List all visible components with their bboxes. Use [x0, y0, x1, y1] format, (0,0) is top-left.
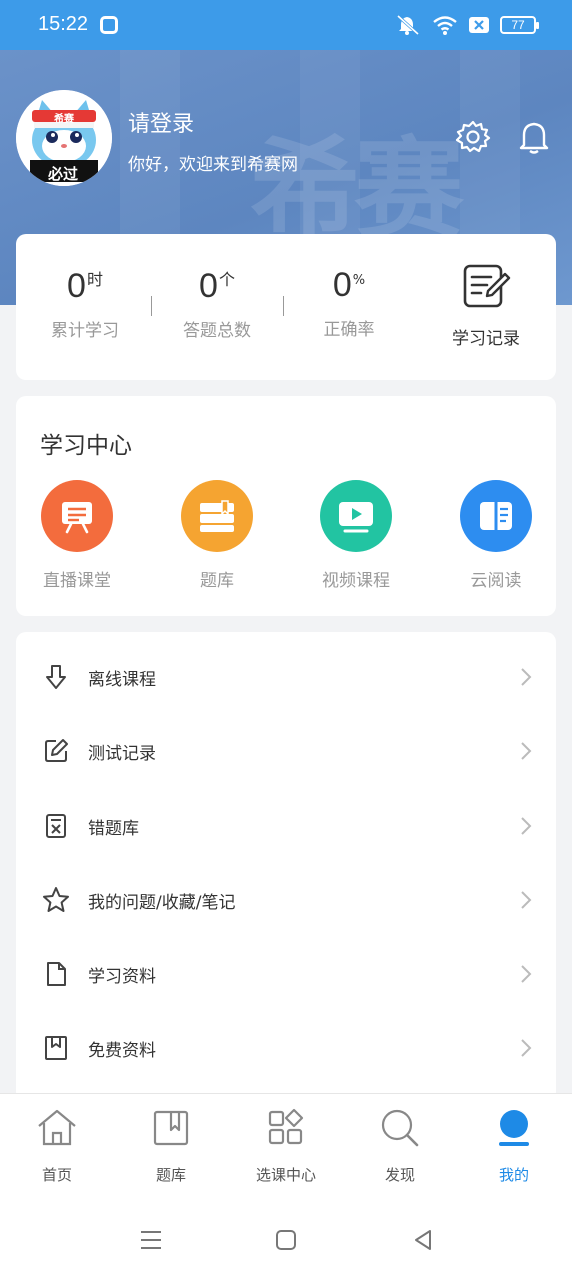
- avatar[interactable]: 希赛 必过: [16, 90, 112, 186]
- bookmark-box-icon: [45, 1036, 67, 1060]
- chevron-right-icon: [521, 668, 532, 686]
- study-record-button[interactable]: 学习记录: [436, 262, 536, 349]
- edit-note-icon: [45, 739, 68, 762]
- section-title: 学习中心: [40, 433, 132, 459]
- menu-item-test-records[interactable]: 测试记录: [16, 715, 556, 789]
- stat-unit: 时: [86, 270, 103, 289]
- document-icon: [47, 962, 66, 986]
- tab-home[interactable]: 首页: [7, 1106, 107, 1185]
- feature-icon-circle: [320, 480, 392, 552]
- stat-value: 0: [67, 267, 86, 305]
- menu-item-free-materials[interactable]: 免费资料: [16, 1012, 556, 1086]
- profile-icon: [499, 1110, 529, 1146]
- chevron-right-icon: [521, 817, 532, 835]
- feature-label: 题库: [200, 571, 234, 591]
- open-book-icon: [480, 502, 512, 530]
- question-bank-icon: [153, 1110, 189, 1146]
- tab-label: 发现: [384, 1166, 415, 1184]
- wifi-icon: [433, 16, 457, 35]
- home-square-icon[interactable]: [271, 1225, 301, 1255]
- system-nav-bar: [0, 1197, 572, 1280]
- back-triangle-icon[interactable]: [408, 1225, 438, 1255]
- menu-item-study-materials[interactable]: 学习资料: [16, 938, 556, 1012]
- stat-label: 累计学习: [51, 321, 119, 341]
- menu-item-offline-courses[interactable]: 离线课程: [16, 641, 556, 715]
- feature-label: 云阅读: [470, 571, 522, 591]
- status-time: 15:22: [38, 13, 89, 35]
- menu-item-label: 错题库: [88, 819, 139, 839]
- feature-label: 直播课堂: [43, 571, 111, 591]
- feature-icon-circle: [460, 480, 532, 552]
- sim-x-icon: [469, 17, 489, 33]
- feature-question-bank[interactable]: 题库: [167, 480, 267, 591]
- bottom-tab-bar: 首页 题库 选课中心 发现 我的: [0, 1093, 572, 1197]
- notification-button[interactable]: [514, 117, 554, 157]
- avatar-badge-bottom: 必过: [48, 165, 79, 183]
- stat-unit: 个: [218, 270, 235, 289]
- menu-item-wrong-questions[interactable]: 错题库: [16, 790, 556, 864]
- stat-answer-count: 0个 答题总数: [152, 266, 282, 341]
- feature-icon-circle: [41, 480, 113, 552]
- stat-label: 正确率: [323, 320, 375, 340]
- status-indicators: 77: [396, 14, 539, 36]
- battery-indicator: 77: [500, 16, 539, 34]
- learning-center-card: 学习中心 直播课堂 题库 视频课程 云阅读: [16, 396, 556, 616]
- home-icon: [38, 1109, 76, 1146]
- menu-item-label: 测试记录: [88, 744, 156, 764]
- tab-profile[interactable]: 我的: [464, 1106, 564, 1185]
- stat-unit: %: [352, 273, 366, 288]
- tab-label: 题库: [155, 1166, 186, 1184]
- feature-icon-circle: [181, 480, 253, 552]
- course-grid-icon: [268, 1108, 304, 1145]
- download-arrow-icon: [46, 665, 66, 689]
- menu-lines-icon[interactable]: [136, 1225, 166, 1255]
- book-stack-icon: [200, 500, 234, 532]
- tab-course-center[interactable]: 选课中心: [236, 1106, 336, 1185]
- chevron-right-icon: [521, 965, 532, 983]
- gear-icon: [455, 120, 491, 153]
- note-edit-icon: [463, 264, 511, 308]
- menu-item-label: 学习资料: [88, 967, 156, 987]
- bell-icon: [519, 122, 549, 154]
- tab-discover[interactable]: 发现: [350, 1106, 450, 1185]
- tab-question-bank[interactable]: 题库: [121, 1106, 221, 1185]
- wrong-questions-icon: [46, 814, 66, 838]
- video-play-icon: [339, 502, 373, 533]
- stat-study-time: 0时 累计学习: [20, 266, 150, 341]
- feature-label: 视频课程: [322, 571, 390, 591]
- feature-video-course[interactable]: 视频课程: [306, 480, 406, 591]
- stat-value: 0: [332, 266, 352, 304]
- menu-item-label: 免费资料: [88, 1041, 156, 1061]
- menu-item-label: 我的问题/收藏/笔记: [88, 893, 236, 913]
- menu-item-questions-favorites-notes[interactable]: 我的问题/收藏/笔记: [16, 864, 556, 938]
- avatar-badge-top: 希赛: [54, 114, 74, 125]
- menu-item-label: 离线课程: [88, 670, 156, 690]
- discover-search-icon: [381, 1109, 419, 1147]
- live-board-icon: [62, 502, 92, 534]
- login-prompt[interactable]: 请登录: [128, 106, 194, 138]
- tab-label: 选课中心: [255, 1166, 316, 1184]
- welcome-greeting: 你好，欢迎来到希赛网: [128, 155, 298, 175]
- chevron-right-icon: [521, 891, 532, 909]
- chevron-right-icon: [521, 742, 532, 760]
- feature-live-class[interactable]: 直播课堂: [27, 480, 127, 591]
- tab-label: 首页: [41, 1166, 72, 1184]
- tab-label: 我的: [498, 1166, 529, 1184]
- stat-accuracy: 0% 正确率: [284, 266, 414, 340]
- star-icon: [43, 887, 69, 912]
- status-bar: 15:22 77: [0, 0, 572, 50]
- stat-value: 0: [199, 267, 218, 305]
- mute-icon: [396, 14, 420, 36]
- stat-label: 答题总数: [183, 321, 251, 341]
- feature-cloud-reading[interactable]: 云阅读: [446, 480, 546, 591]
- app-notification-icon: [100, 16, 118, 34]
- settings-button[interactable]: [453, 117, 493, 157]
- menu-list-card: 离线课程 测试记录 错题库 我的问题/收藏/笔记 学习资料 免费资料: [16, 632, 556, 1102]
- study-record-label: 学习记录: [452, 329, 520, 349]
- chevron-right-icon: [521, 1039, 532, 1057]
- learning-stats-card: 0时 累计学习 0个 答题总数 0% 正确率 学习记录: [16, 234, 556, 380]
